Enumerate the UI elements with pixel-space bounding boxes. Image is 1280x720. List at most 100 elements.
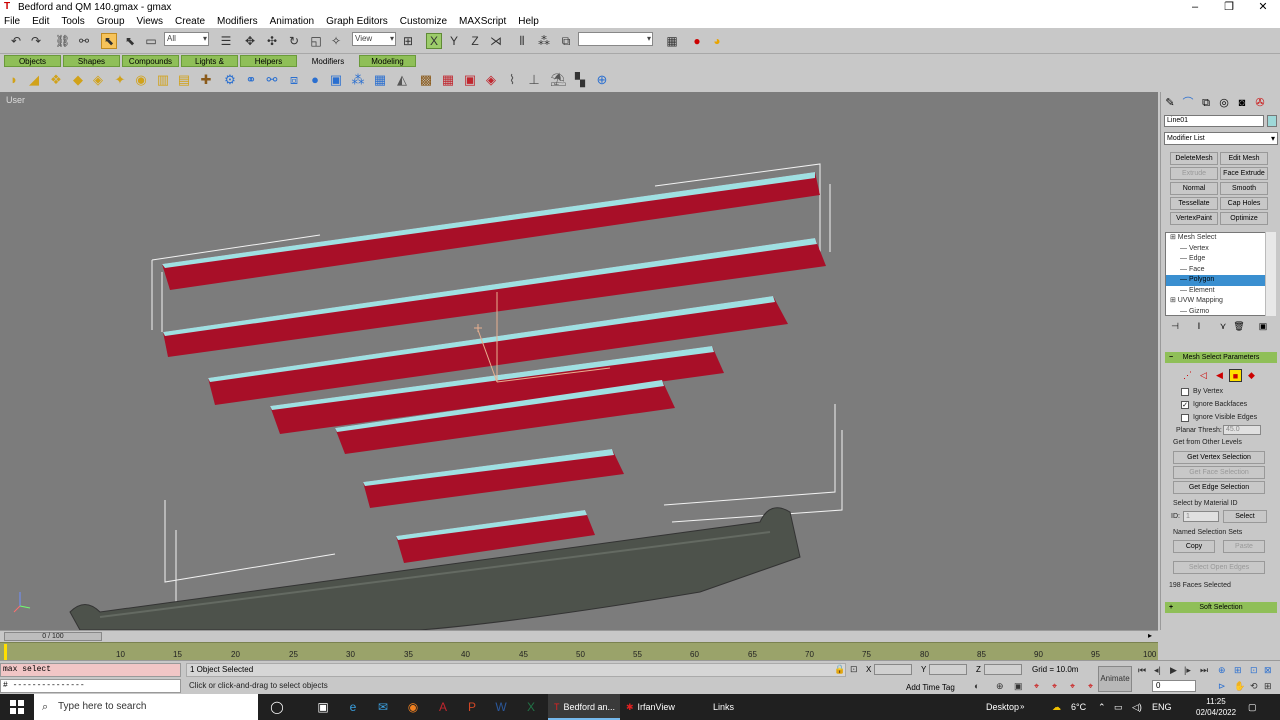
element-level-icon[interactable]: ◆ xyxy=(1245,369,1258,382)
taskbar-search[interactable]: ⌕ Type here to search xyxy=(34,694,258,720)
maxscript-listener-output[interactable]: # --------------- xyxy=(0,679,181,693)
stack-item-uvw-mapping[interactable]: ⊞ UVW Mapping xyxy=(1166,296,1275,307)
deletemesh-button[interactable]: DeleteMesh xyxy=(1170,152,1218,165)
face-extrude-button[interactable]: Face Extrude xyxy=(1220,167,1268,180)
spinner-snap-icon[interactable]: ⌖ xyxy=(1052,681,1057,692)
tab-shapes[interactable]: Shapes xyxy=(63,55,120,67)
stack-item-mesh-select[interactable]: ⊞ Mesh Select xyxy=(1166,233,1275,244)
vol-select-icon[interactable]: ◈ xyxy=(483,71,499,88)
linked-xform-icon[interactable]: ⚭ xyxy=(243,71,259,88)
lattice-icon[interactable]: ▤ xyxy=(176,71,192,88)
region-select-icon[interactable]: ▭ xyxy=(143,33,159,49)
zoom-all-icon[interactable]: ⊞ xyxy=(1234,665,1242,676)
current-frame-field[interactable]: 0 xyxy=(1152,680,1196,692)
manipulate-icon[interactable]: ✧ xyxy=(328,33,344,49)
notifications-icon[interactable]: ▢ xyxy=(1248,694,1257,720)
tab-modifiers[interactable]: Modifiers xyxy=(299,55,357,67)
poly-select-icon[interactable]: ▣ xyxy=(462,71,478,88)
modify-panel-icon[interactable]: ⌒ xyxy=(1181,96,1195,110)
time-slider[interactable]: 0 / 100 ▸ xyxy=(0,630,1158,641)
maxscript-listener-input[interactable]: max select xyxy=(0,663,181,677)
get-vertex-selection-button[interactable]: Get Vertex Selection xyxy=(1173,451,1265,464)
restrict-z-icon[interactable]: Z xyxy=(467,33,483,49)
soft-selection-rollout[interactable]: + Soft Selection xyxy=(1165,602,1277,613)
sphere-map-icon[interactable]: ● xyxy=(307,71,323,88)
array-icon[interactable]: ⁂ xyxy=(536,33,552,49)
object-name-field[interactable]: Line01 xyxy=(1164,115,1264,127)
stretch-icon[interactable]: ◈ xyxy=(90,71,106,88)
tab-lights-cameras[interactable]: Lights & Cameras xyxy=(181,55,238,78)
key-mode-icon[interactable]: ◐ xyxy=(974,681,979,691)
edge-browser-icon[interactable]: e xyxy=(343,698,363,716)
percent-snap-icon[interactable]: ⌖ xyxy=(1034,681,1039,692)
taskbar-gmax[interactable]: T Bedford an... xyxy=(548,694,620,720)
move-icon[interactable]: ✥ xyxy=(242,33,258,49)
motion-panel-icon[interactable]: ◎ xyxy=(1217,96,1231,110)
minimize-button[interactable]: – xyxy=(1178,0,1212,14)
stack-item-polygon[interactable]: — Polygon xyxy=(1166,275,1275,286)
mesh-select-params-rollout[interactable]: − Mesh Select Parameters xyxy=(1165,352,1277,363)
zoom-extents-all-icon[interactable]: ⊠ xyxy=(1264,665,1272,676)
lock-icon[interactable]: 🔒 xyxy=(834,664,845,675)
face-level-icon[interactable]: ◀ xyxy=(1213,369,1226,382)
skew-icon[interactable]: ✦ xyxy=(112,71,128,88)
tessellate-button[interactable]: Tessellate xyxy=(1170,197,1218,210)
reference-coord-dropdown[interactable]: View xyxy=(352,32,396,46)
polygon-level-icon[interactable]: ■ xyxy=(1229,369,1242,382)
stack-item-element[interactable]: — Element xyxy=(1166,286,1275,297)
material-icon[interactable]: ▩ xyxy=(418,71,434,88)
move-xy-icon[interactable]: ✣ xyxy=(264,33,280,49)
xform-icon[interactable]: ✚ xyxy=(198,71,214,88)
select-by-id-button[interactable]: Select xyxy=(1223,510,1267,523)
pivot-icon[interactable]: ⊞ xyxy=(400,33,416,49)
powerpoint-icon[interactable]: P xyxy=(462,698,482,716)
select-by-name-list-icon[interactable]: ☰ xyxy=(218,33,234,49)
by-vertex-checkbox[interactable] xyxy=(1181,388,1189,396)
edit-spline-icon[interactable]: ⌇ xyxy=(504,71,520,88)
mesh-grid-icon[interactable]: ▦ xyxy=(372,71,388,88)
go-end-icon[interactable]: ⏭ xyxy=(1200,665,1208,676)
edit-named-icon[interactable]: ⌖ xyxy=(1088,681,1093,692)
bend-icon[interactable]: ◗ xyxy=(6,71,22,88)
perspective-viewport[interactable]: User xyxy=(0,92,1158,630)
firefox-icon[interactable]: ◉ xyxy=(403,698,423,716)
select-open-edges-button[interactable]: Select Open Edges xyxy=(1173,561,1265,574)
zoom-icon[interactable]: ⊕ xyxy=(1218,665,1226,676)
menu-tools[interactable]: Tools xyxy=(59,16,86,27)
prev-frame-icon[interactable]: ◂| xyxy=(1154,665,1161,676)
named-selection-dropdown[interactable] xyxy=(578,32,653,46)
scale-icon[interactable]: ◱ xyxy=(308,33,324,49)
get-edge-selection-button[interactable]: Get Edge Selection xyxy=(1173,481,1265,494)
store-icon[interactable]: ▣ xyxy=(313,698,333,716)
tab-modeling[interactable]: Modeling xyxy=(359,55,416,67)
track-view-icon[interactable]: ▦ xyxy=(664,33,680,49)
menu-animation[interactable]: Animation xyxy=(268,16,316,27)
copy-button[interactable]: Copy xyxy=(1173,540,1215,553)
x-coordinate-field[interactable] xyxy=(874,664,912,675)
menu-group[interactable]: Group xyxy=(95,16,127,27)
time-slider-thumb[interactable]: 0 / 100 xyxy=(4,632,102,641)
selection-filter-dropdown[interactable]: All xyxy=(164,32,209,46)
tab-helpers[interactable]: Helpers xyxy=(240,55,297,67)
modifier-stack[interactable]: ⊞ Mesh Select — Vertex — Edge — Face — P… xyxy=(1165,232,1276,316)
maximize-viewport-icon[interactable]: ⊞ xyxy=(1264,681,1272,692)
unwrap-icon[interactable]: ⁂ xyxy=(350,71,366,88)
redo-icon[interactable]: ↷ xyxy=(28,33,44,49)
taskbar-clock[interactable]: 11:25 02/04/2022 xyxy=(1196,696,1236,718)
absolute-mode-icon[interactable]: ⊡ xyxy=(850,664,858,675)
twist-icon[interactable]: ❖ xyxy=(48,71,64,88)
vertex-level-icon[interactable]: ⋰ xyxy=(1181,369,1194,382)
menu-create[interactable]: Create xyxy=(173,16,207,27)
menu-edit[interactable]: Edit xyxy=(30,16,51,27)
edit-mesh-button[interactable]: Edit Mesh xyxy=(1220,152,1268,165)
spherify-icon[interactable]: ⚙ xyxy=(222,71,238,88)
create-panel-icon[interactable]: ✎ xyxy=(1163,96,1177,110)
tab-compounds[interactable]: Compounds xyxy=(122,55,179,67)
restrict-x-icon[interactable]: X xyxy=(426,33,442,49)
word-icon[interactable]: W xyxy=(491,698,511,716)
select-link-icon[interactable]: ⛓ xyxy=(54,33,70,49)
restrict-plane-icon[interactable]: ⋊ xyxy=(488,33,504,49)
stack-item-edge[interactable]: — Edge xyxy=(1166,254,1275,265)
menu-modifiers[interactable]: Modifiers xyxy=(215,16,260,27)
menu-file[interactable]: File xyxy=(2,16,22,27)
